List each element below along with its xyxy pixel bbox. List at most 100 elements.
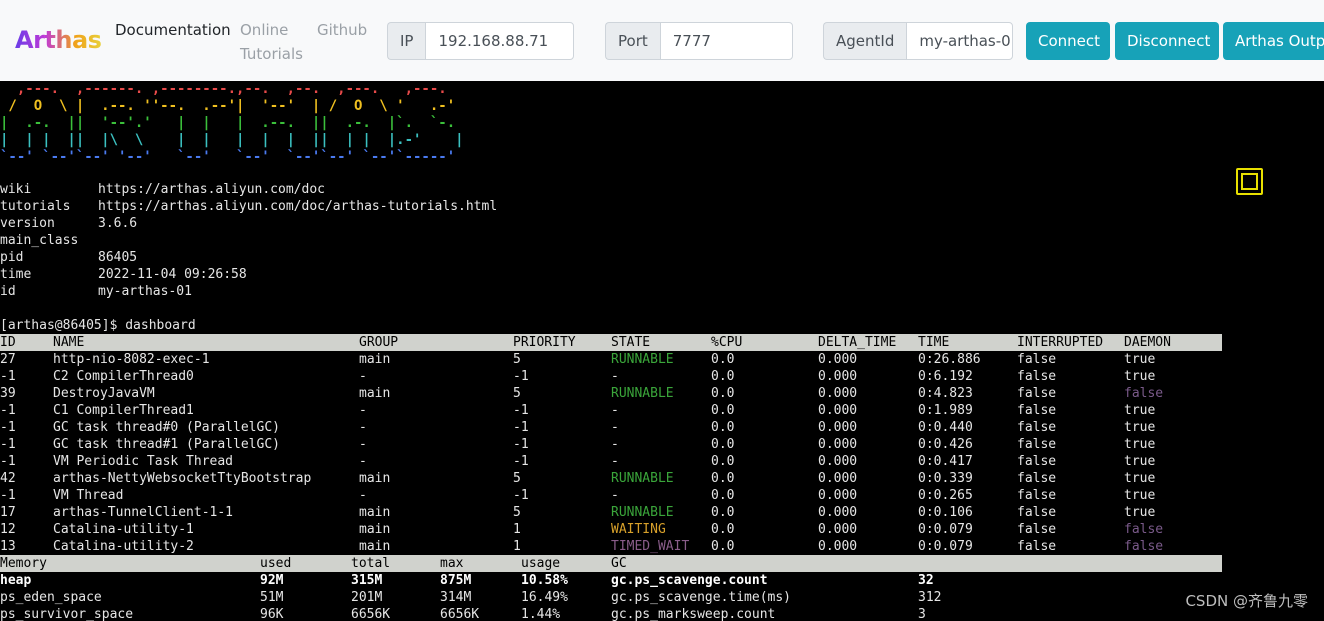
thread-cell: TIMED_WAIT: [611, 539, 690, 554]
fullscreen-icon[interactable]: [1236, 168, 1263, 195]
thread-cell: -: [359, 437, 367, 452]
thread-cell: Catalina-utility-1: [53, 522, 194, 537]
thread-cell: 0.000: [818, 471, 858, 486]
thread-cell: -1: [513, 454, 529, 469]
thread-row: -1 GC task thread#1 (ParallelGC) - -1 - 0.0 0.…: [0, 436, 1222, 453]
thread-cell: RUNNABLE: [611, 386, 674, 401]
thread-cell: 0:0.426: [918, 437, 973, 452]
thread-cell: true: [1124, 420, 1156, 435]
thread-cell: -1: [513, 488, 529, 503]
thread-row: 42 arthas-NettyWebsocketTtyBootstrap main 5…: [0, 470, 1222, 487]
navbar: Arthas Documentation Online Tutorials Gi…: [0, 0, 1324, 81]
thread-cell: 0:1.989: [918, 403, 973, 418]
nav-link-github[interactable]: Github: [317, 18, 367, 42]
thread-cell: 0.0: [711, 369, 735, 384]
memory-cell: 1.44%: [521, 607, 561, 621]
memory-row: ps_survivor_space 96K 6656K 6656K 1.44% gc.ps…: [0, 606, 1222, 621]
thread-cell: 0.000: [818, 420, 858, 435]
memory-cell: 315M: [351, 573, 383, 588]
thread-cell: 0.0: [711, 352, 735, 367]
memory-table-header: Memory used total max usage GC: [0, 555, 1222, 572]
memory-cell: 96K: [260, 607, 284, 621]
thread-cell: 0:0.079: [918, 522, 973, 537]
thread-column-header: DAEMON: [1124, 335, 1171, 350]
thread-cell: 0.0: [711, 437, 735, 452]
info-key: version: [0, 216, 55, 231]
thread-cell: -: [611, 437, 619, 452]
info-value: https://arthas.aliyun.com/doc: [98, 182, 325, 197]
thread-column-header: PRIORITY: [513, 335, 576, 350]
thread-cell: main: [359, 471, 391, 486]
thread-cell: -: [611, 369, 619, 384]
thread-cell: 0:0.265: [918, 488, 973, 503]
agentid-input-group: AgentId my-arthas-0: [823, 22, 1014, 60]
agentid-input[interactable]: my-arthas-0: [906, 22, 1014, 60]
nav-link-online-tutorials-line2[interactable]: Tutorials: [240, 42, 303, 66]
thread-cell: -1: [0, 369, 16, 384]
memory-row: ps_eden_space 51M 201M 314M 16.49% gc.ps_scav…: [0, 589, 1222, 606]
arthas-output-button[interactable]: Arthas Output: [1223, 22, 1324, 60]
thread-cell: RUNNABLE: [611, 471, 674, 486]
thread-cell: C1 CompilerThread1: [53, 403, 194, 418]
thread-cell: 5: [513, 471, 521, 486]
thread-cell: false: [1017, 522, 1057, 537]
nav-link-online-tutorials-line1[interactable]: Online: [240, 18, 288, 42]
info-value: 3.6.6: [98, 216, 138, 231]
thread-cell: 0.0: [711, 403, 735, 418]
banner-line: | .-. || '--'.' | | | .--. || .-. |`. `-…: [0, 115, 464, 131]
thread-cell: main: [359, 386, 391, 401]
info-value: 86405: [98, 250, 138, 265]
thread-cell: 0.000: [818, 522, 858, 537]
thread-cell: -: [611, 488, 619, 503]
memory-cell: 6656K: [440, 607, 480, 621]
thread-cell: -: [359, 403, 367, 418]
thread-cell: true: [1124, 403, 1156, 418]
command-prompt[interactable]: [arthas@86405]$ dashboard: [0, 317, 196, 334]
memory-cell: 314M: [440, 590, 472, 605]
thread-cell: 13: [0, 539, 16, 554]
memory-cell: 875M: [440, 573, 472, 588]
thread-cell: 0:0.079: [918, 539, 973, 554]
memory-column-header: Memory: [0, 556, 47, 571]
thread-cell: true: [1124, 369, 1156, 384]
terminal[interactable]: ,---. ,------. ,--------.,--. ,--. ,---.…: [0, 81, 1324, 621]
memory-cell: 312: [918, 590, 942, 605]
port-input[interactable]: 7777: [659, 22, 793, 60]
memory-cell: ps_eden_space: [0, 590, 102, 605]
connect-button[interactable]: Connect: [1026, 22, 1110, 60]
ip-input[interactable]: 192.168.88.71: [425, 22, 575, 60]
arthas-logo[interactable]: Arthas: [15, 24, 102, 56]
thread-row: -1 VM Thread - -1 - 0.0 0.000 0:0.265 false true: [0, 487, 1222, 504]
banner-line: ,---. ,------. ,--------.,--. ,--. ,---.…: [0, 81, 464, 97]
thread-cell: arthas-TunnelClient-1-1: [53, 505, 234, 520]
thread-cell: Catalina-utility-2: [53, 539, 194, 554]
port-input-group: Port 7777: [605, 22, 793, 60]
memory-cell: gc.ps_scavenge.time(ms): [611, 590, 792, 605]
info-key: main_class: [0, 233, 79, 248]
thread-cell: -1: [513, 403, 529, 418]
thread-cell: -: [359, 454, 367, 469]
banner-line: | | | || |\ \ | | | | | || | | |.-' |: [0, 132, 464, 148]
thread-cell: http-nio-8082-exec-1: [53, 352, 210, 367]
ip-label: IP: [387, 22, 426, 60]
thread-cell: 0.0: [711, 471, 735, 486]
memory-column-header: max: [440, 556, 464, 571]
thread-cell: -1: [0, 437, 16, 452]
thread-cell: 12: [0, 522, 16, 537]
nav-link-documentation[interactable]: Documentation: [115, 18, 231, 42]
thread-cell: -: [359, 420, 367, 435]
thread-table-header: ID NAME GROUP PRIORITY STATE %CPU DELTA_TIME TI…: [0, 334, 1222, 351]
disconnect-button[interactable]: Disconnect: [1115, 22, 1219, 60]
thread-cell: -: [611, 403, 619, 418]
info-key: tutorials: [0, 199, 71, 214]
thread-cell: false: [1017, 403, 1057, 418]
arthas-ascii-banner: ,---. ,------. ,--------.,--. ,--. ,---.…: [0, 81, 464, 166]
thread-cell: 1: [513, 522, 521, 537]
thread-cell: 0.0: [711, 488, 735, 503]
thread-column-header: NAME: [53, 335, 85, 350]
thread-cell: true: [1124, 437, 1156, 452]
thread-cell: 0.000: [818, 369, 858, 384]
thread-cell: false: [1017, 488, 1057, 503]
thread-cell: -: [611, 420, 619, 435]
thread-cell: 0.0: [711, 539, 735, 554]
